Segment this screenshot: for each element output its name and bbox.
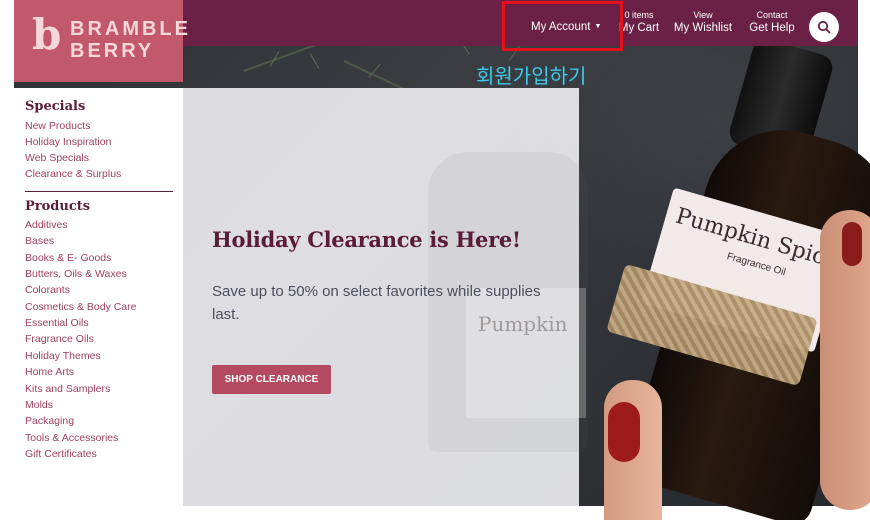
sidebar-item-molds[interactable]: Molds: [25, 399, 53, 411]
promo-panel: Pumpkin Holiday Clearance is Here! Save …: [183, 88, 588, 506]
sidebar-item-kits-samplers[interactable]: Kits and Samplers: [25, 383, 110, 395]
sidebar-item-fragrance-oils[interactable]: Fragrance Oils: [25, 333, 94, 345]
logo-wordmark: BRAMBLE BERRY: [70, 18, 191, 62]
sidebar-item-cosmetics-body-care[interactable]: Cosmetics & Body Care: [25, 301, 136, 313]
search-icon: [817, 20, 831, 34]
sidebar-divider: [25, 191, 173, 192]
sidebar-item-new-products[interactable]: New Products: [25, 120, 90, 132]
wishlist-label: My Wishlist: [673, 22, 733, 34]
annotation-caption: 회원가입하기: [476, 64, 587, 88]
pine-needle: [309, 52, 320, 70]
sidebar-item-holiday-themes[interactable]: Holiday Themes: [25, 350, 101, 362]
sidebar-item-butters-oils-waxes[interactable]: Butters, Oils & Waxes: [25, 268, 127, 280]
help-label: Get Help: [749, 22, 795, 34]
sidebar-item-additives[interactable]: Additives: [25, 219, 68, 231]
sidebar-item-books-egoods[interactable]: Books & E- Goods: [25, 252, 111, 264]
sidebar-item-holiday-inspiration[interactable]: Holiday Inspiration: [25, 136, 111, 148]
logo-line-2: BERRY: [70, 40, 155, 62]
products-heading: Products: [25, 199, 91, 214]
sidebar-item-gift-certificates[interactable]: Gift Certificates: [25, 448, 97, 460]
logo-line-1: BRAMBLE: [70, 18, 191, 40]
sidebar-item-clearance-surplus[interactable]: Clearance & Surplus: [25, 168, 121, 180]
sidebar-item-bases[interactable]: Bases: [25, 235, 54, 247]
sidebar-item-colorants[interactable]: Colorants: [25, 284, 70, 296]
specials-heading: Specials: [25, 99, 86, 114]
help-top-label: Contact: [756, 10, 788, 20]
promo-title: Holiday Clearance is Here!: [212, 227, 521, 252]
category-sidebar: Specials New Products Holiday Inspiratio…: [14, 88, 183, 506]
annotation-highlight-box: [502, 1, 623, 51]
brand-logo[interactable]: b BRAMBLE BERRY: [14, 0, 188, 82]
sidebar-item-essential-oils[interactable]: Essential Oils: [25, 317, 89, 329]
logo-mark-icon: b: [32, 10, 62, 59]
sidebar-item-home-arts[interactable]: Home Arts: [25, 366, 74, 378]
wishlist-top-label: View: [693, 10, 713, 20]
painted-nail: [842, 222, 862, 266]
painted-nail: [608, 402, 640, 462]
page: Pumpkin Spice Fragrance Oil b BRAMBLE BE…: [0, 0, 870, 520]
promo-description: Save up to 50% on select favorites while…: [212, 283, 541, 323]
my-wishlist-link[interactable]: View My Wishlist: [670, 10, 736, 35]
get-help-link[interactable]: Contact Get Help: [744, 10, 800, 35]
search-button[interactable]: [809, 12, 839, 42]
shop-clearance-button[interactable]: SHOP CLEARANCE: [212, 365, 331, 394]
sidebar-item-tools-accessories[interactable]: Tools & Accessories: [25, 432, 118, 444]
sidebar-item-web-specials[interactable]: Web Specials: [25, 152, 89, 164]
sidebar-item-packaging[interactable]: Packaging: [25, 415, 74, 427]
